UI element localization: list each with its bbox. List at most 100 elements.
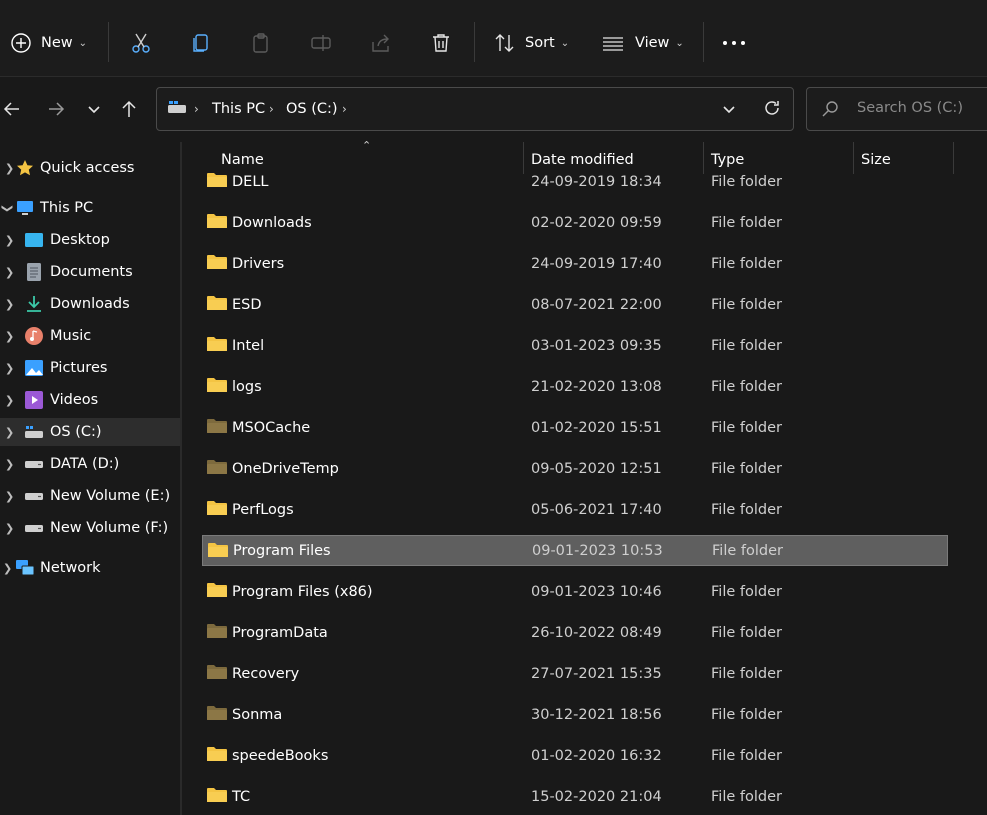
file-name: ESD xyxy=(232,296,262,313)
file-type: File folder xyxy=(711,419,782,436)
sidebar-item-new-volume-e[interactable]: ❯ New Volume (E:) xyxy=(0,482,180,510)
folder-icon xyxy=(207,378,227,392)
file-date: 30-12-2021 18:56 xyxy=(531,706,662,723)
chevron-right-icon[interactable]: ❯ xyxy=(5,522,14,535)
network-icon xyxy=(16,560,34,576)
folder-icon xyxy=(207,337,227,351)
sidebar-item-label: Quick access xyxy=(40,160,135,176)
sidebar-item-documents[interactable]: ❯ Documents xyxy=(0,258,180,286)
sidebar-item-label: Network xyxy=(40,560,101,576)
chevron-right-icon[interactable]: ❯ xyxy=(5,458,14,471)
file-type: File folder xyxy=(711,214,782,231)
file-name: MSOCache xyxy=(232,419,311,436)
table-row[interactable]: PerfLogs 05-06-2021 17:40 File folder xyxy=(202,494,948,525)
column-date-modified[interactable]: Date modified xyxy=(531,152,634,168)
folder-icon xyxy=(207,788,227,802)
chevron-right-icon[interactable]: ❯ xyxy=(5,426,14,439)
table-row[interactable]: logs 21-02-2020 13:08 File folder xyxy=(202,371,948,402)
sidebar-item-label: Downloads xyxy=(50,296,130,312)
file-name: Program Files (x86) xyxy=(232,583,373,600)
chevron-right-icon[interactable]: ❯ xyxy=(3,562,12,575)
table-row-selected[interactable]: Program Files 09-01-2023 10:53 File fold… xyxy=(202,535,948,566)
hidden-folder-icon xyxy=(207,624,227,638)
chevron-right-icon[interactable]: ❯ xyxy=(5,298,14,311)
file-type: File folder xyxy=(711,460,782,477)
chevron-down-icon: ⌄ xyxy=(78,37,88,49)
sidebar-item-new-volume-f[interactable]: ❯ New Volume (F:) xyxy=(0,514,180,542)
documents-icon xyxy=(27,263,41,281)
file-date: 09-05-2020 12:51 xyxy=(531,460,662,477)
back-button[interactable] xyxy=(0,88,24,130)
table-row[interactable]: Recovery 27-07-2021 15:35 File folder xyxy=(202,658,948,689)
file-type: File folder xyxy=(711,665,782,682)
file-type: File folder xyxy=(711,255,782,272)
column-size[interactable]: Size xyxy=(861,152,891,168)
table-row[interactable]: TC 15-02-2020 21:04 File folder xyxy=(202,781,948,812)
sidebar-item-downloads[interactable]: ❯ Downloads xyxy=(0,290,180,318)
file-type: File folder xyxy=(711,583,782,600)
table-row[interactable]: speedeBooks 01-02-2020 16:32 File folder xyxy=(202,740,948,771)
sidebar-item-label: New Volume (E:) xyxy=(50,488,171,504)
up-arrow-icon xyxy=(122,100,136,117)
table-row[interactable]: Sonma 30-12-2021 18:56 File folder xyxy=(202,699,948,730)
sort-indicator-icon: ⌃ xyxy=(362,139,372,152)
chevron-right-icon[interactable]: ❯ xyxy=(5,234,14,247)
column-divider[interactable] xyxy=(953,142,954,174)
chevron-down-icon[interactable]: ❯ xyxy=(1,203,14,212)
chevron-right-icon[interactable]: ❯ xyxy=(5,266,14,279)
table-row[interactable]: ESD 08-07-2021 22:00 File folder xyxy=(202,289,948,320)
new-button[interactable]: New ⌄ xyxy=(10,22,87,64)
column-name[interactable]: Name xyxy=(221,152,264,168)
sidebar-item-label: Music xyxy=(50,328,92,344)
file-type: File folder xyxy=(711,747,782,764)
column-type[interactable]: Type xyxy=(711,152,744,168)
sidebar-item-network[interactable]: ❯ Network xyxy=(0,554,180,582)
file-date: 27-07-2021 15:35 xyxy=(531,665,662,682)
sidebar-item-label: DATA (D:) xyxy=(50,456,120,472)
sidebar-item-quick-access[interactable]: ❯ Quick access xyxy=(0,154,180,182)
file-type: File folder xyxy=(711,337,782,354)
hidden-folder-icon xyxy=(207,460,227,474)
folder-icon xyxy=(207,583,227,597)
file-list: DELL 24-09-2019 18:34 File folder Downlo… xyxy=(182,0,987,815)
cut-button[interactable] xyxy=(130,22,152,64)
file-date: 24-09-2019 18:34 xyxy=(531,173,662,190)
chevron-right-icon[interactable]: ❯ xyxy=(5,490,14,503)
forward-button[interactable] xyxy=(44,88,68,130)
sidebar-item-label: OS (C:) xyxy=(50,424,102,440)
file-date: 02-02-2020 09:59 xyxy=(531,214,662,231)
chevron-right-icon[interactable]: ❯ xyxy=(5,362,14,375)
table-row[interactable]: Downloads 02-02-2020 09:59 File folder xyxy=(202,207,948,238)
chevron-right-icon[interactable]: ❯ xyxy=(5,330,14,343)
sidebar-item-music[interactable]: ❯ Music xyxy=(0,322,180,350)
download-icon xyxy=(27,296,41,312)
sidebar-item-data-d[interactable]: ❯ DATA (D:) xyxy=(0,450,180,478)
sidebar-item-pictures[interactable]: ❯ Pictures xyxy=(0,354,180,382)
chevron-right-icon[interactable]: ❯ xyxy=(5,394,14,407)
column-divider[interactable] xyxy=(523,142,524,174)
table-row[interactable]: Program Files (x86) 09-01-2023 10:46 Fil… xyxy=(202,576,948,607)
column-divider[interactable] xyxy=(853,142,854,174)
music-icon xyxy=(25,327,43,345)
sidebar-item-videos[interactable]: ❯ Videos xyxy=(0,386,180,414)
table-row[interactable]: OneDriveTemp 09-05-2020 12:51 File folde… xyxy=(202,453,948,484)
file-name: PerfLogs xyxy=(232,501,294,518)
sidebar-item-desktop[interactable]: ❯ Desktop xyxy=(0,226,180,254)
folder-icon xyxy=(207,747,227,761)
table-row[interactable]: MSOCache 01-02-2020 15:51 File folder xyxy=(202,412,948,443)
sidebar-item-this-pc[interactable]: ❯ This PC xyxy=(0,194,180,222)
recent-locations-button[interactable] xyxy=(84,88,104,130)
up-button[interactable] xyxy=(118,88,140,130)
sidebar-item-os-c[interactable]: ❯ OS (C:) xyxy=(0,418,180,446)
file-date: 09-01-2023 10:46 xyxy=(531,583,662,600)
file-name: logs xyxy=(232,378,262,395)
column-divider[interactable] xyxy=(703,142,704,174)
table-row[interactable]: Intel 03-01-2023 09:35 File folder xyxy=(202,330,948,361)
chevron-right-icon[interactable]: ❯ xyxy=(5,162,14,175)
table-row[interactable]: ProgramData 26-10-2022 08:49 File folder xyxy=(202,617,948,648)
back-arrow-icon xyxy=(3,102,19,116)
file-name: Drivers xyxy=(232,255,285,272)
table-row[interactable]: Drivers 24-09-2019 17:40 File folder xyxy=(202,248,948,279)
sidebar-item-label: This PC xyxy=(40,200,94,216)
file-date: 05-06-2021 17:40 xyxy=(531,501,662,518)
